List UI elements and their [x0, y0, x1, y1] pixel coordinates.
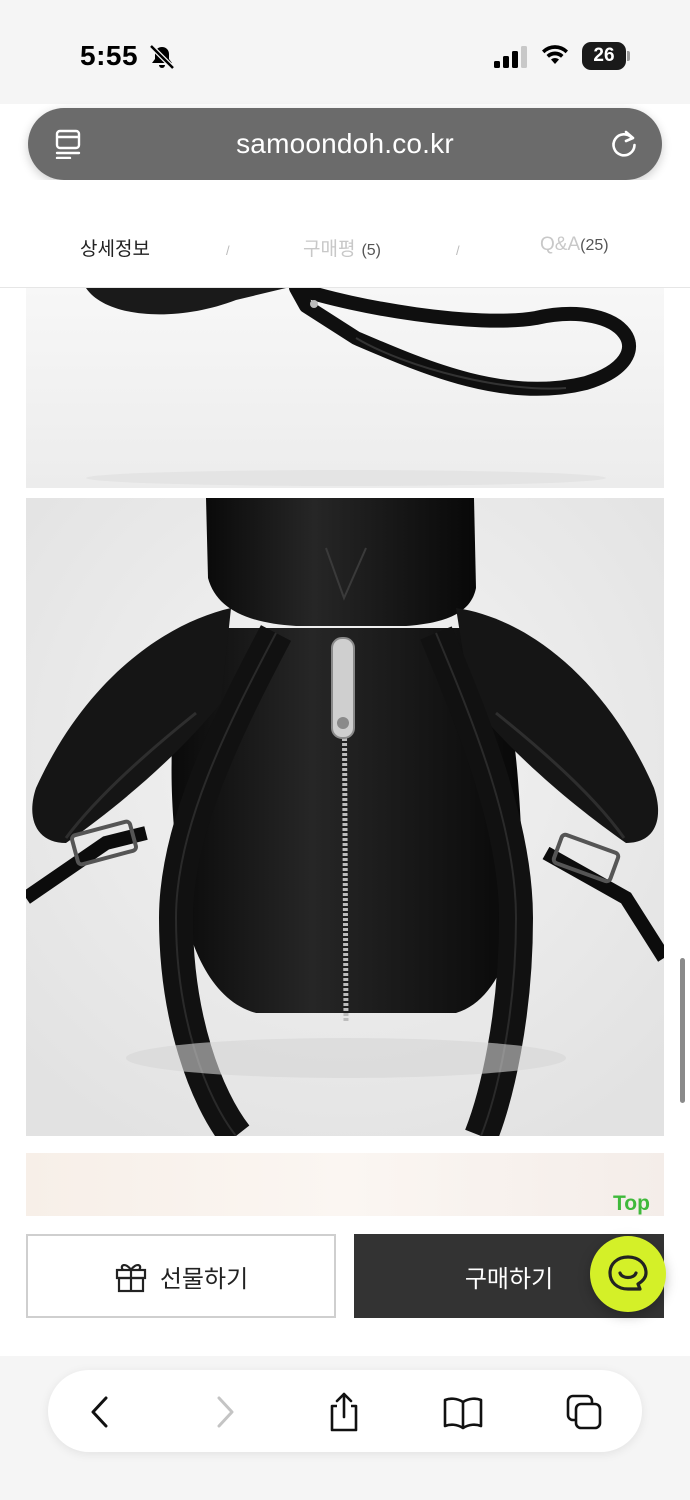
- forward-icon: [217, 1396, 234, 1428]
- scroll-top-button[interactable]: Top: [613, 1192, 650, 1216]
- tab-label: 구매평: [303, 239, 356, 260]
- product-image-strap: [26, 288, 664, 488]
- purchase-bar: 선물하기 구매하기: [0, 1216, 690, 1356]
- product-image-next: [26, 1153, 664, 1218]
- address-url[interactable]: samoondoh.co.kr: [118, 128, 572, 160]
- tab-review[interactable]: 구매평 (5): [303, 234, 381, 261]
- share-icon: [330, 1392, 358, 1432]
- signal-icon: [494, 46, 527, 68]
- tab-bar: 상세정보 / 구매평 (5) / Q&A(25): [0, 180, 690, 288]
- tab-separator: /: [226, 243, 230, 258]
- forward-button[interactable]: [203, 1390, 247, 1434]
- gift-icon: [115, 1264, 146, 1293]
- reload-icon[interactable]: [608, 128, 640, 160]
- tab-count: (5): [361, 242, 382, 259]
- browser-toolbar: [48, 1370, 642, 1452]
- status-bar: 5:55 26: [0, 0, 690, 104]
- battery-icon: 26: [582, 42, 630, 70]
- tab-count: (25): [580, 237, 609, 254]
- wifi-icon: [542, 45, 568, 64]
- tabs-button[interactable]: [562, 1390, 606, 1434]
- tab-label: 상세정보: [80, 239, 150, 260]
- back-button[interactable]: [78, 1390, 122, 1434]
- product-image-backpack: [26, 498, 664, 1136]
- back-icon: [91, 1396, 108, 1428]
- gift-button[interactable]: 선물하기: [26, 1234, 336, 1318]
- gift-button-label: 선물하기: [159, 1265, 249, 1293]
- battery-level: 26: [582, 42, 626, 70]
- tab-label: Q&A: [540, 234, 581, 255]
- bookmarks-button[interactable]: [441, 1390, 485, 1434]
- tab-separator: /: [456, 243, 460, 258]
- buy-button-label: 구매하기: [464, 1265, 554, 1293]
- share-button[interactable]: [322, 1390, 366, 1434]
- tab-detail[interactable]: 상세정보: [80, 234, 150, 261]
- bookmarks-icon: [443, 1397, 483, 1430]
- bell-slash-icon: [149, 44, 175, 70]
- tabs-icon: [566, 1394, 602, 1430]
- scroll-indicator[interactable]: [680, 958, 685, 1103]
- chat-button[interactable]: [590, 1236, 666, 1312]
- tab-qa[interactable]: Q&A(25): [540, 234, 609, 256]
- reader-icon[interactable]: [54, 129, 84, 159]
- chat-icon: [608, 1255, 648, 1291]
- product-detail-content: [0, 288, 690, 1218]
- status-time: 5:55: [80, 40, 139, 71]
- address-bar[interactable]: samoondoh.co.kr: [28, 108, 662, 180]
